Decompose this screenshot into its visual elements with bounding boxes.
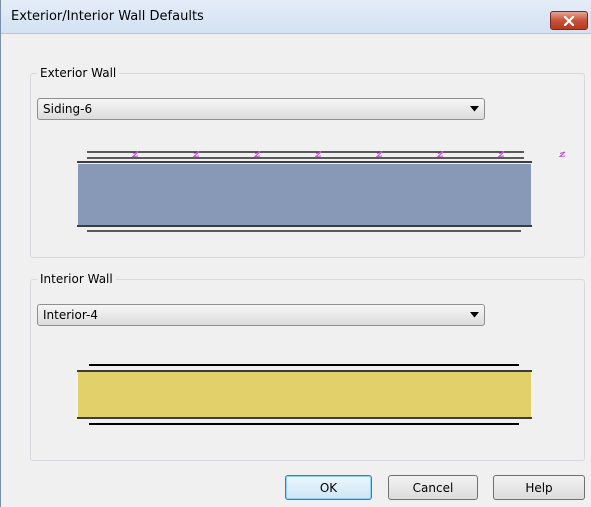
exterior-wall-core <box>78 164 531 225</box>
title-bar[interactable]: Exterior/Interior Wall Defaults <box>1 0 591 34</box>
exterior-wall-preview <box>77 151 566 232</box>
interior-wall-preview <box>77 364 532 425</box>
close-button[interactable] <box>550 11 588 30</box>
interior-wall-group: Interior Wall Interior-4 <box>30 272 585 461</box>
siding-marks <box>131 151 566 158</box>
interior-wall-core <box>78 372 531 417</box>
close-icon <box>563 15 575 26</box>
dialog-window: Exterior/Interior Wall Defaults Exterior… <box>0 0 591 507</box>
help-button[interactable]: Help <box>493 475 585 500</box>
exterior-wall-group: Exterior Wall Siding-6 <box>30 66 585 258</box>
ok-button[interactable]: OK <box>285 475 372 500</box>
dialog-title: Exterior/Interior Wall Defaults <box>11 9 204 24</box>
siding-mark <box>253 151 261 158</box>
siding-mark <box>436 151 444 158</box>
siding-mark <box>558 151 566 158</box>
siding-mark <box>131 151 139 158</box>
siding-mark <box>314 151 322 158</box>
siding-mark <box>497 151 505 158</box>
cancel-button[interactable]: Cancel <box>388 475 478 500</box>
siding-mark <box>375 151 383 158</box>
siding-mark <box>192 151 200 158</box>
